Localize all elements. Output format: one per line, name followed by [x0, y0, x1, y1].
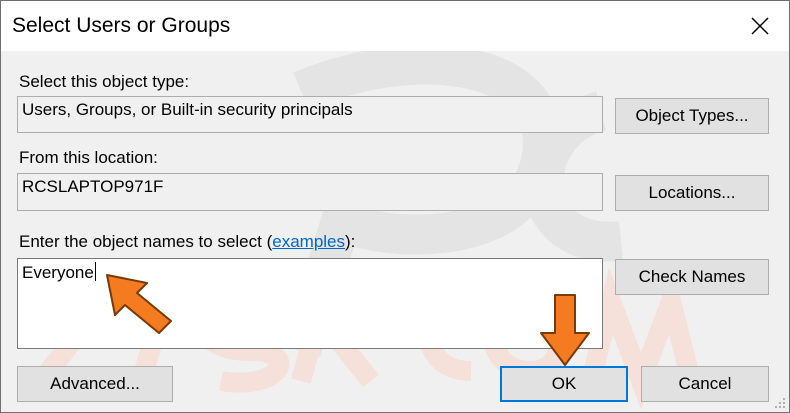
- object-type-field: Users, Groups, or Built-in security prin…: [17, 96, 603, 133]
- text-caret: [94, 262, 96, 281]
- object-type-label: Select this object type:: [19, 72, 190, 91]
- object-names-input[interactable]: Everyone: [17, 258, 603, 349]
- close-button[interactable]: [745, 11, 775, 41]
- advanced-button[interactable]: Advanced...: [17, 366, 173, 402]
- window-title: Select Users or Groups: [12, 14, 231, 37]
- ok-button[interactable]: OK: [500, 366, 628, 402]
- resize-grip-icon[interactable]: [772, 395, 786, 409]
- object-names-value: Everyone: [22, 263, 94, 282]
- location-label: From this location:: [19, 148, 158, 167]
- close-icon: [751, 17, 769, 35]
- object-names-label: Enter the object names to select (exampl…: [19, 232, 355, 252]
- object-names-label-text: Enter the object names to select (: [19, 232, 273, 251]
- locations-button[interactable]: Locations...: [615, 175, 769, 211]
- cancel-button[interactable]: Cancel: [641, 366, 769, 402]
- object-types-button[interactable]: Object Types...: [615, 98, 769, 134]
- select-users-dialog: Select Users or Groups Select this objec…: [0, 0, 790, 413]
- object-names-label-end: ):: [345, 232, 356, 251]
- title-bar: Select Users or Groups: [1, 1, 789, 51]
- location-field: RCSLAPTOP971F: [17, 173, 603, 211]
- examples-link[interactable]: examples: [272, 232, 345, 251]
- check-names-button[interactable]: Check Names: [615, 259, 769, 295]
